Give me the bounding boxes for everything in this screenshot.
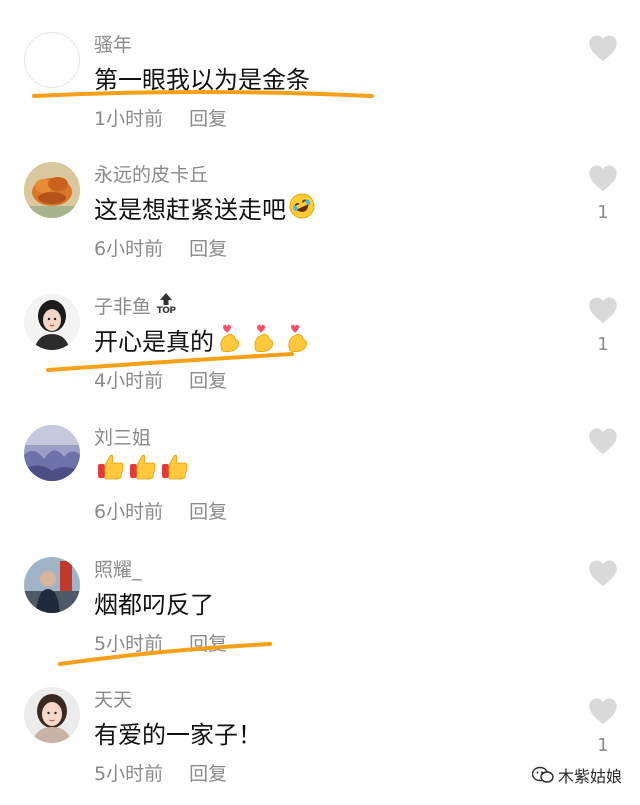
thumbs-up-emoji: [96, 451, 126, 487]
top-badge-label: TOP: [156, 305, 176, 316]
comment-username[interactable]: 照耀_: [94, 555, 142, 582]
comment-meta: 5小时前 回复: [94, 629, 227, 656]
avatar[interactable]: [24, 32, 80, 88]
like-button[interactable]: 1: [584, 697, 622, 767]
avatar[interactable]: [24, 557, 80, 613]
comment-username-text: 子非鱼: [94, 296, 152, 318]
comment-time: 6小时前: [94, 238, 164, 260]
comment-meta: 6小时前 回复: [94, 234, 227, 261]
comment-time: 6小时前: [94, 501, 164, 523]
like-button[interactable]: [584, 427, 622, 497]
like-button[interactable]: [584, 34, 622, 104]
heart-icon: [589, 698, 617, 725]
finger-heart-emoji: [216, 323, 244, 359]
avatar[interactable]: [24, 294, 80, 350]
comment-item: 骚年 第一眼我以为是金条 1小时前 回复: [0, 30, 640, 150]
comment-username[interactable]: 永远的皮卡丘: [94, 160, 208, 187]
comment-item: 永远的皮卡丘 这是想赶紧送走吧 6小时前 回复 1: [0, 160, 640, 280]
comment-text-content: 开心是真的: [94, 328, 214, 356]
like-count: 1: [597, 202, 609, 223]
comment-text: 第一眼我以为是金条: [94, 66, 310, 94]
wechat-logo-icon: [531, 766, 554, 788]
comment-text: [94, 453, 190, 489]
comment-username[interactable]: 子非鱼 TOP: [94, 292, 177, 321]
thumbs-up-emoji: [128, 451, 158, 487]
comment-meta: 4小时前 回复: [94, 366, 227, 393]
top-badge: TOP: [155, 292, 177, 318]
like-button[interactable]: 1: [584, 296, 622, 366]
comment-meta: 5小时前 回复: [94, 759, 227, 786]
heart-icon: [589, 560, 617, 587]
reply-button[interactable]: 回复: [189, 238, 227, 260]
comment-text: 这是想赶紧送走吧: [94, 190, 316, 228]
reply-button[interactable]: 回复: [189, 108, 227, 130]
like-count: 1: [597, 735, 609, 756]
comment-time: 4小时前: [94, 370, 164, 392]
heart-icon: [589, 165, 617, 192]
comment-username[interactable]: 天天: [94, 685, 132, 712]
heart-icon: [589, 35, 617, 62]
like-button[interactable]: 1: [584, 164, 622, 234]
comment-list: 骚年 第一眼我以为是金条 1小时前 回复 永远的皮卡丘 这是想赶紧送走吧 6小时…: [0, 0, 640, 800]
avatar[interactable]: [24, 425, 80, 481]
comment-time: 1小时前: [94, 108, 164, 130]
like-count: 1: [597, 334, 609, 355]
comment-item: 照耀_ 烟都叼反了 5小时前 回复: [0, 555, 640, 675]
reply-button[interactable]: 回复: [189, 501, 227, 523]
comment-meta: 1小时前 回复: [94, 104, 227, 131]
watermark: 木紫姑娘: [531, 763, 622, 789]
comment-text: 开心是真的: [94, 322, 312, 361]
comment-text: 有爱的一家子！: [94, 721, 262, 749]
comment-time: 5小时前: [94, 763, 164, 785]
heart-icon: [589, 297, 617, 324]
reply-button[interactable]: 回复: [189, 633, 227, 655]
comment-meta: 6小时前 回复: [94, 497, 227, 524]
comment-item: 刘三姐 6小时前 回复: [0, 423, 640, 543]
comment-item: 子非鱼 TOP 开心是真的 4小时前 回复 1: [0, 292, 640, 412]
reply-button[interactable]: 回复: [189, 763, 227, 785]
heart-icon: [589, 428, 617, 455]
comment-username[interactable]: 刘三姐: [94, 423, 151, 450]
thumbs-up-emoji: [160, 451, 190, 487]
like-button[interactable]: [584, 559, 622, 629]
finger-heart-emoji: [250, 323, 278, 359]
avatar[interactable]: [24, 687, 80, 743]
rofl-emoji: [288, 192, 316, 226]
comment-time: 5小时前: [94, 633, 164, 655]
comment-text: 烟都叼反了: [94, 591, 214, 619]
comment-text-content: 这是想赶紧送走吧: [94, 196, 286, 224]
watermark-text: 木紫姑娘: [557, 766, 622, 786]
finger-heart-emoji: [284, 323, 312, 359]
reply-button[interactable]: 回复: [189, 370, 227, 392]
avatar[interactable]: [24, 162, 80, 218]
comment-username[interactable]: 骚年: [94, 30, 132, 57]
